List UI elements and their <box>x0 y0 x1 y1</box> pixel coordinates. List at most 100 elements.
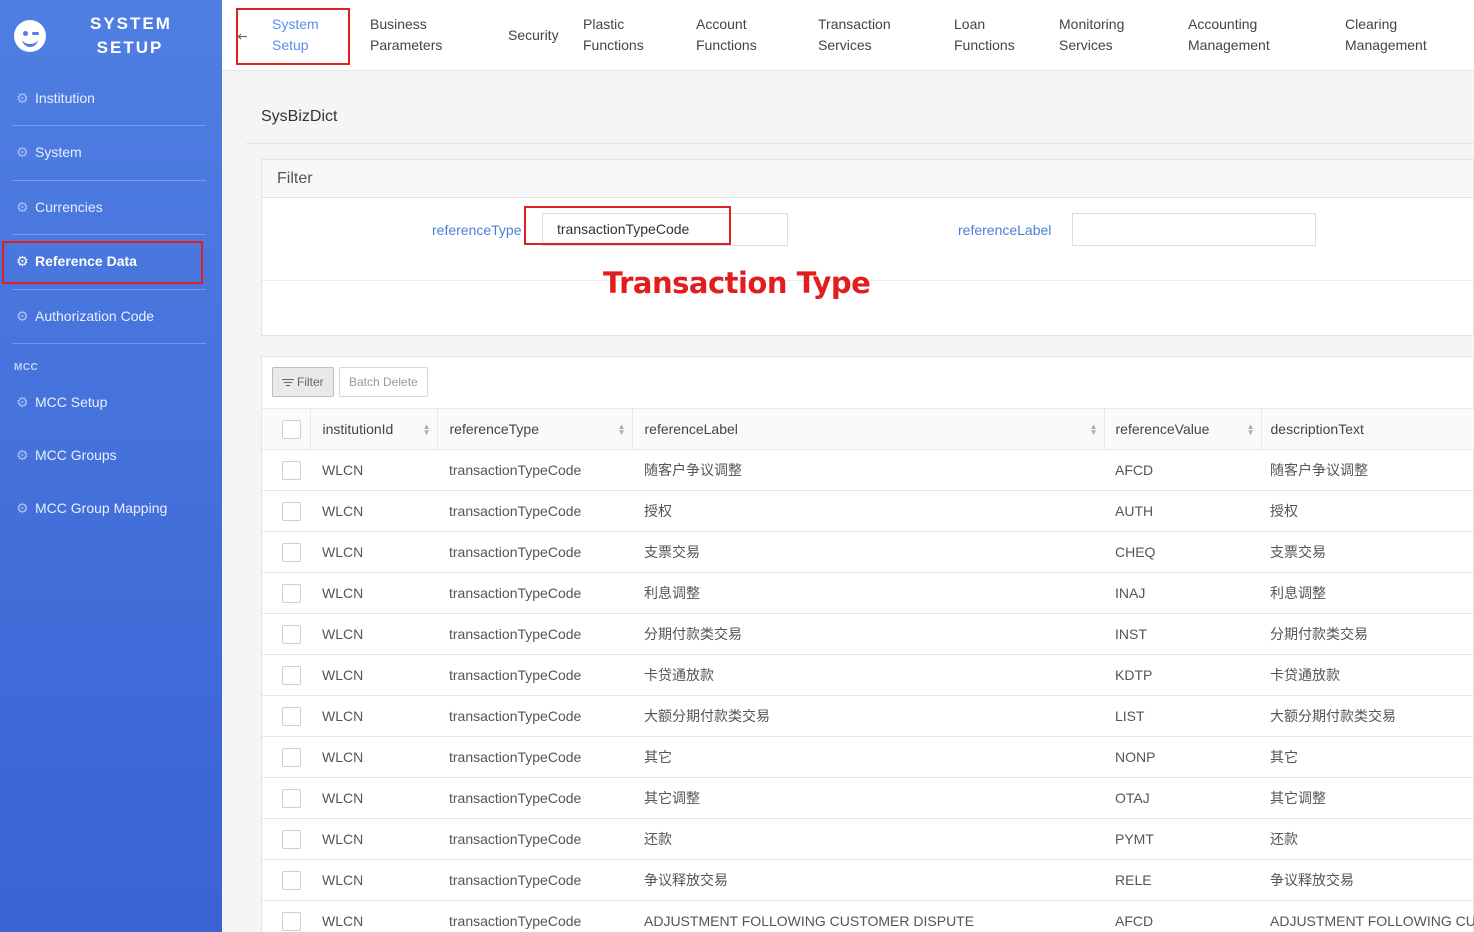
column-header-reference-value[interactable]: referenceValue ▲ ▼ <box>1103 408 1261 450</box>
tab-label-line1: Business <box>370 16 427 32</box>
sort-icon[interactable]: ▲ ▼ <box>423 423 431 437</box>
row-checkbox[interactable] <box>282 665 301 685</box>
row-checkbox-cell <box>262 531 310 573</box>
data-table: institutionId ▲ ▼ referenceType ▲ ▼ referenc… <box>262 408 1474 932</box>
tab-system-setup[interactable]: System Setup <box>272 14 319 56</box>
reference-type-input[interactable]: transactionTypeCode <box>542 213 788 246</box>
cell-reference-label: 支票交易 <box>632 531 1104 573</box>
cell-reference-value: RELE <box>1104 859 1261 901</box>
sidebar-item-mcc-setup[interactable]: ⚙ MCC Setup <box>0 382 222 422</box>
row-checkbox[interactable] <box>282 501 301 521</box>
row-checkbox-cell <box>262 900 310 932</box>
gear-icon: ⚙ <box>16 308 29 324</box>
cell-reference-value: INAJ <box>1104 572 1261 614</box>
sidebar-item-mcc-groups[interactable]: ⚙ MCC Groups <box>0 435 222 475</box>
sort-icon[interactable]: ▲ ▼ <box>1247 423 1255 437</box>
tab-security[interactable]: Security <box>508 25 559 46</box>
menu-collapse-icon[interactable]: ⇤ <box>236 28 248 45</box>
cell-reference-label: 随客户争议调整 <box>632 449 1104 491</box>
cell-reference-label: 争议释放交易 <box>632 859 1104 901</box>
column-header-label: referenceValue <box>1115 421 1210 437</box>
cell-reference-value: LIST <box>1104 695 1261 737</box>
sidebar-item-mcc-group-mapping[interactable]: ⚙ MCC Group Mapping <box>0 488 222 528</box>
brand: SYSTEM SETUP <box>0 0 222 72</box>
column-header-institution-id[interactable]: institutionId ▲ ▼ <box>309 408 437 450</box>
cell-reference-value: AUTH <box>1104 490 1261 532</box>
tab-monitoring-services[interactable]: Monitoring Services <box>1059 14 1124 56</box>
row-checkbox[interactable] <box>282 583 301 603</box>
tab-label-line1: Plastic <box>583 16 625 32</box>
column-header-reference-type[interactable]: referenceType ▲ ▼ <box>436 408 632 450</box>
batch-delete-button[interactable]: Batch Delete <box>339 367 428 397</box>
row-checkbox-cell <box>262 572 310 614</box>
row-checkbox[interactable] <box>282 706 301 726</box>
tab-label-line1: Security <box>508 27 559 43</box>
table-row[interactable]: WLCN transactionTypeCode ADJUSTMENT FOLLOW… <box>262 900 1474 932</box>
tab-label-line2: Services <box>1059 37 1113 53</box>
row-checkbox[interactable] <box>282 747 301 767</box>
cell-description-text: 利息调整 <box>1261 572 1474 614</box>
cell-institution-id: WLCN <box>310 900 437 932</box>
table-row[interactable]: WLCN transactionTypeCode 利息调整 INAJ 利息调整 <box>262 572 1474 614</box>
row-checkbox-cell <box>262 859 310 901</box>
gear-icon: ⚙ <box>16 90 29 106</box>
cell-institution-id: WLCN <box>310 490 437 532</box>
row-checkbox-cell <box>262 777 310 819</box>
sidebar-item-institution[interactable]: ⚙ Institution <box>0 78 222 118</box>
table-row[interactable]: WLCN transactionTypeCode 分期付款类交易 INST 分期付款类交… <box>262 613 1474 655</box>
cell-reference-type: transactionTypeCode <box>437 449 632 491</box>
table-row[interactable]: WLCN transactionTypeCode 授权 AUTH 授权 <box>262 490 1474 532</box>
table-row[interactable]: WLCN transactionTypeCode 卡贷通放款 KDTP 卡贷通放款 <box>262 654 1474 696</box>
table-row[interactable]: WLCN transactionTypeCode 还款 PYMT 还款 <box>262 818 1474 860</box>
filter-button[interactable]: Filter <box>272 367 334 397</box>
cell-institution-id: WLCN <box>310 777 437 819</box>
tab-loan-functions[interactable]: Loan Functions <box>954 14 1015 56</box>
tab-business-parameters[interactable]: Business Parameters <box>370 14 442 56</box>
brand-title: SYSTEM SETUP <box>90 14 172 57</box>
cell-description-text: 大额分期付款类交易 <box>1261 695 1474 737</box>
row-checkbox[interactable] <box>282 460 301 480</box>
cell-institution-id: WLCN <box>310 572 437 614</box>
tab-accounting-management[interactable]: Accounting Management <box>1188 14 1270 56</box>
row-checkbox-cell <box>262 490 310 532</box>
row-checkbox[interactable] <box>282 542 301 562</box>
table-row[interactable]: WLCN transactionTypeCode 争议释放交易 RELE 争议释放交易 <box>262 859 1474 901</box>
table-row[interactable]: WLCN transactionTypeCode 支票交易 CHEQ 支票交易 <box>262 531 1474 573</box>
gear-icon: ⚙ <box>16 500 29 516</box>
reference-label-input[interactable] <box>1072 213 1316 246</box>
annotation-transaction-type: Transaction Type <box>603 266 871 300</box>
table-panel: Filter Batch Delete institutionId ▲ ▼ refe… <box>261 356 1474 932</box>
table-row[interactable]: WLCN transactionTypeCode 其它调整 OTAJ 其它调整 <box>262 777 1474 819</box>
tab-transaction-services[interactable]: Transaction Services <box>818 14 891 56</box>
tab-plastic-functions[interactable]: Plastic Functions <box>583 14 644 56</box>
cell-reference-label: 分期付款类交易 <box>632 613 1104 655</box>
gear-icon: ⚙ <box>16 394 29 410</box>
sidebar-item-system[interactable]: ⚙ System <box>0 132 222 172</box>
sidebar-item-label: Authorization Code <box>35 308 155 324</box>
column-header-reference-label[interactable]: referenceLabel ▲ ▼ <box>631 408 1104 450</box>
column-header-description-text[interactable]: descriptionText <box>1260 408 1474 450</box>
row-checkbox[interactable] <box>282 788 301 808</box>
sidebar-item-currencies[interactable]: ⚙ Currencies <box>0 187 222 227</box>
select-all-checkbox-cell <box>262 408 310 450</box>
cell-description-text: ADJUSTMENT FOLLOWING CUSTOMER DISPUTE <box>1261 900 1474 932</box>
cell-institution-id: WLCN <box>310 531 437 573</box>
table-row[interactable]: WLCN transactionTypeCode 其它 NONP 其它 <box>262 736 1474 778</box>
row-checkbox[interactable] <box>282 911 301 931</box>
table-row[interactable]: WLCN transactionTypeCode 随客户争议调整 AFCD 随客户争议调… <box>262 449 1474 491</box>
cell-institution-id: WLCN <box>310 859 437 901</box>
sidebar-item-authorization-code[interactable]: ⚙ Authorization Code <box>0 296 222 336</box>
row-checkbox[interactable] <box>282 624 301 644</box>
table-row[interactable]: WLCN transactionTypeCode 大额分期付款类交易 LIST 大额分期… <box>262 695 1474 737</box>
row-checkbox[interactable] <box>282 870 301 890</box>
cell-institution-id: WLCN <box>310 818 437 860</box>
cell-reference-type: transactionTypeCode <box>437 572 632 614</box>
select-all-checkbox[interactable] <box>282 419 301 439</box>
sidebar-item-reference-data[interactable]: ⚙ Reference Data <box>0 241 222 281</box>
tab-clearing-management[interactable]: Clearing Management <box>1345 14 1427 56</box>
tab-account-functions[interactable]: Account Functions <box>696 14 757 56</box>
row-checkbox[interactable] <box>282 829 301 849</box>
sort-icon[interactable]: ▲ ▼ <box>618 423 626 437</box>
reference-label-label: referenceLabel <box>958 222 1052 238</box>
sort-icon[interactable]: ▲ ▼ <box>1090 423 1098 437</box>
